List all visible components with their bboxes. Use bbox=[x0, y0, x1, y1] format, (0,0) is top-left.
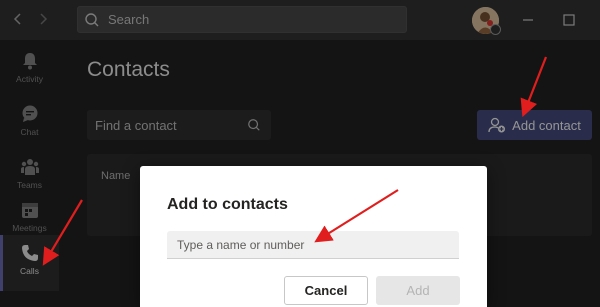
add-to-contacts-dialog: Add to contacts Cancel Add bbox=[140, 166, 487, 307]
dialog-title: Add to contacts bbox=[167, 196, 288, 213]
add-button[interactable]: Add bbox=[376, 276, 460, 305]
cancel-button[interactable]: Cancel bbox=[284, 276, 368, 305]
name-or-number-input[interactable] bbox=[167, 231, 459, 259]
